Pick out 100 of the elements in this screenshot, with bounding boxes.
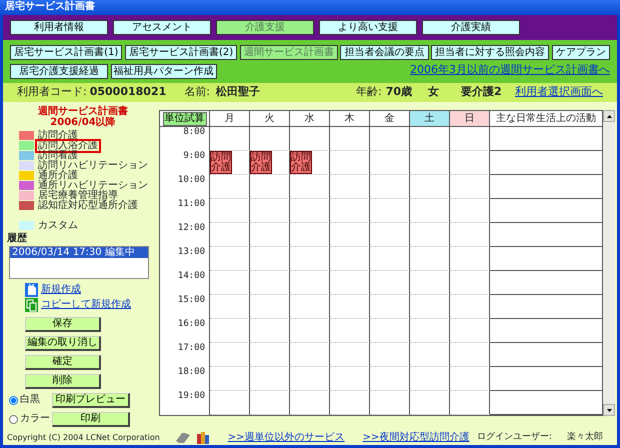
old-plan-link[interactable]: 2006年3月以前の週間サービス計画書へ bbox=[410, 64, 610, 79]
schedule-cell[interactable] bbox=[290, 391, 330, 415]
sub-tab[interactable]: 担当者に対する照会内容 bbox=[431, 45, 550, 60]
schedule-cell[interactable] bbox=[290, 271, 330, 295]
schedule-cell[interactable] bbox=[370, 127, 410, 151]
new-link[interactable]: 新規作成 bbox=[41, 284, 81, 296]
schedule-cell[interactable] bbox=[410, 175, 450, 199]
print-preview-button[interactable]: 印刷プレビュー bbox=[52, 392, 130, 408]
schedule-cell[interactable] bbox=[450, 271, 490, 295]
schedule-cell[interactable] bbox=[410, 151, 450, 175]
schedule-cell[interactable] bbox=[450, 199, 490, 223]
schedule-cell[interactable] bbox=[450, 319, 490, 343]
schedule-cell[interactable] bbox=[370, 175, 410, 199]
schedule-cell[interactable] bbox=[250, 247, 290, 271]
schedule-cell[interactable] bbox=[410, 223, 450, 247]
schedule-cell[interactable] bbox=[330, 223, 370, 247]
sub-tab[interactable]: 居宅サービス計画書(1) bbox=[10, 45, 122, 60]
schedule-cell[interactable] bbox=[330, 295, 370, 319]
schedule-cell[interactable] bbox=[250, 367, 290, 391]
schedule-cell[interactable] bbox=[370, 343, 410, 367]
legend-label[interactable]: 訪問リハビリテーション bbox=[37, 160, 149, 170]
schedule-cell[interactable] bbox=[330, 151, 370, 175]
schedule-cell[interactable] bbox=[210, 199, 250, 223]
schedule-cell[interactable] bbox=[290, 199, 330, 223]
user-select-link[interactable]: 利用者選択画面へ bbox=[515, 86, 603, 99]
legend-label[interactable]: 訪問看護 bbox=[37, 150, 79, 160]
nav-tab[interactable]: 介護実績 bbox=[422, 20, 520, 35]
schedule-cell[interactable] bbox=[330, 175, 370, 199]
legend-label[interactable]: カスタム bbox=[37, 220, 79, 230]
schedule-cell[interactable] bbox=[330, 199, 370, 223]
schedule-cell[interactable] bbox=[410, 127, 450, 151]
schedule-cell[interactable] bbox=[250, 343, 290, 367]
schedule-cell[interactable] bbox=[210, 391, 250, 415]
history-list[interactable]: 2006/03/14 17:30 編集中 bbox=[9, 246, 149, 278]
schedule-cell[interactable] bbox=[410, 271, 450, 295]
nav-tab[interactable]: アセスメント bbox=[113, 20, 211, 35]
schedule-cell[interactable] bbox=[330, 319, 370, 343]
schedule-cell[interactable] bbox=[210, 319, 250, 343]
schedule-cell[interactable] bbox=[290, 367, 330, 391]
sub-tab[interactable]: 週間サービス計画書 bbox=[240, 45, 338, 60]
schedule-cell[interactable] bbox=[410, 199, 450, 223]
schedule-cell[interactable] bbox=[410, 343, 450, 367]
schedule-cell[interactable] bbox=[330, 271, 370, 295]
sub-tab[interactable]: ケアプラン bbox=[552, 45, 610, 60]
legend-label[interactable]: 通所介護 bbox=[37, 170, 79, 180]
schedule-cell[interactable] bbox=[450, 295, 490, 319]
legend-label[interactable]: 居宅療養管理指導 bbox=[37, 190, 119, 200]
legend-label[interactable]: 認知症対応型通所介護 bbox=[37, 200, 139, 210]
schedule-cell[interactable] bbox=[410, 295, 450, 319]
schedule-cell[interactable] bbox=[330, 247, 370, 271]
print-button[interactable]: 印刷 bbox=[52, 412, 130, 426]
schedule-cell[interactable] bbox=[250, 295, 290, 319]
schedule-cell[interactable] bbox=[450, 343, 490, 367]
schedule-cell[interactable] bbox=[210, 343, 250, 367]
sub-tab[interactable]: 居宅サービス計画書(2) bbox=[124, 45, 238, 60]
footer-link[interactable]: >>夜間対応型訪問介護 bbox=[362, 432, 470, 444]
schedule-cell[interactable] bbox=[370, 271, 410, 295]
sub-tab[interactable]: 居宅介護支援経過 bbox=[10, 64, 108, 79]
radio-button[interactable] bbox=[9, 414, 18, 424]
schedule-cell[interactable] bbox=[450, 367, 490, 391]
schedule-cell[interactable] bbox=[250, 391, 290, 415]
nav-tab[interactable]: 介護支援 bbox=[216, 20, 314, 35]
radio-button[interactable] bbox=[9, 396, 18, 404]
schedule-cell[interactable] bbox=[290, 319, 330, 343]
schedule-cell[interactable] bbox=[410, 367, 450, 391]
schedule-cell[interactable] bbox=[370, 223, 410, 247]
unit-calc-button[interactable]: 単位試算 bbox=[162, 112, 206, 126]
schedule-cell[interactable] bbox=[290, 223, 330, 247]
schedule-cell[interactable] bbox=[410, 319, 450, 343]
history-item[interactable]: 2006/03/14 17:30 編集中 bbox=[10, 246, 148, 258]
schedule-cell[interactable] bbox=[370, 319, 410, 343]
schedule-cell[interactable] bbox=[210, 175, 250, 199]
schedule-cell[interactable] bbox=[450, 175, 490, 199]
schedule-cell[interactable] bbox=[450, 127, 490, 151]
schedule-cell[interactable] bbox=[210, 271, 250, 295]
schedule-cell[interactable] bbox=[210, 295, 250, 319]
sub-tab[interactable]: 福祉用具パターン作成 bbox=[110, 64, 216, 79]
schedule-cell[interactable] bbox=[290, 175, 330, 199]
copy-new-link[interactable]: コピーして新規作成 bbox=[41, 299, 131, 311]
footer-link[interactable]: >>週単位以外のサービス bbox=[228, 432, 345, 444]
action-button[interactable]: 削除 bbox=[25, 374, 101, 388]
schedule-cell[interactable] bbox=[450, 151, 490, 175]
action-button[interactable]: 確定 bbox=[25, 354, 101, 370]
schedule-cell[interactable] bbox=[370, 151, 410, 175]
schedule-cell[interactable] bbox=[370, 199, 410, 223]
sub-tab[interactable]: 担当者会議の要点 bbox=[340, 45, 429, 60]
schedule-cell[interactable] bbox=[290, 343, 330, 367]
action-button[interactable]: 編集の取り消し bbox=[25, 336, 101, 350]
legend-label[interactable]: 訪問介護 bbox=[37, 130, 79, 140]
schedule-cell[interactable] bbox=[250, 175, 290, 199]
schedule-cell[interactable] bbox=[210, 247, 250, 271]
schedule-cell[interactable] bbox=[250, 223, 290, 247]
books-icon[interactable] bbox=[196, 432, 210, 444]
schedule-cell[interactable] bbox=[370, 391, 410, 415]
schedule-cell[interactable] bbox=[370, 367, 410, 391]
schedule-cell[interactable] bbox=[370, 247, 410, 271]
scrollbar[interactable] bbox=[603, 110, 615, 416]
schedule-cell[interactable] bbox=[250, 271, 290, 295]
schedule-cell[interactable] bbox=[450, 391, 490, 415]
nav-tab[interactable]: より高い支援 bbox=[319, 20, 417, 35]
